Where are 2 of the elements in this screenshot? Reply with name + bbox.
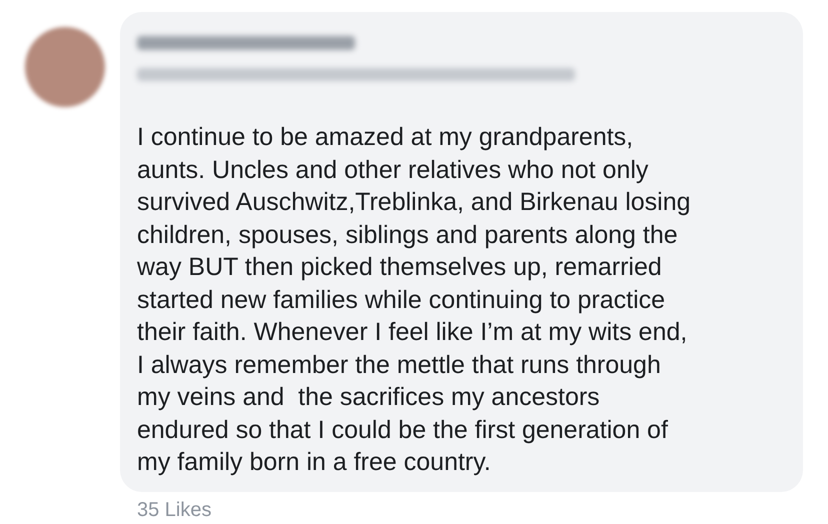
likes-count[interactable]: 35 Likes — [137, 498, 803, 522]
comment-text: I continue to be amazed at my grandparents, aunts. Uncles and other relatives who not only survived Auschwitz,Treblinka, and Birkenau losing children, spouses, siblings and parents along the way BUT then picked themselves up, remarried started new families while continuing to practice their faith. Whenever I feel like I’m at my wits end, I always remember the mettle that runs through my veins and the sacrifices my ancestors endured so that I could be the first generation of my family born in a free country. — [137, 122, 692, 478]
